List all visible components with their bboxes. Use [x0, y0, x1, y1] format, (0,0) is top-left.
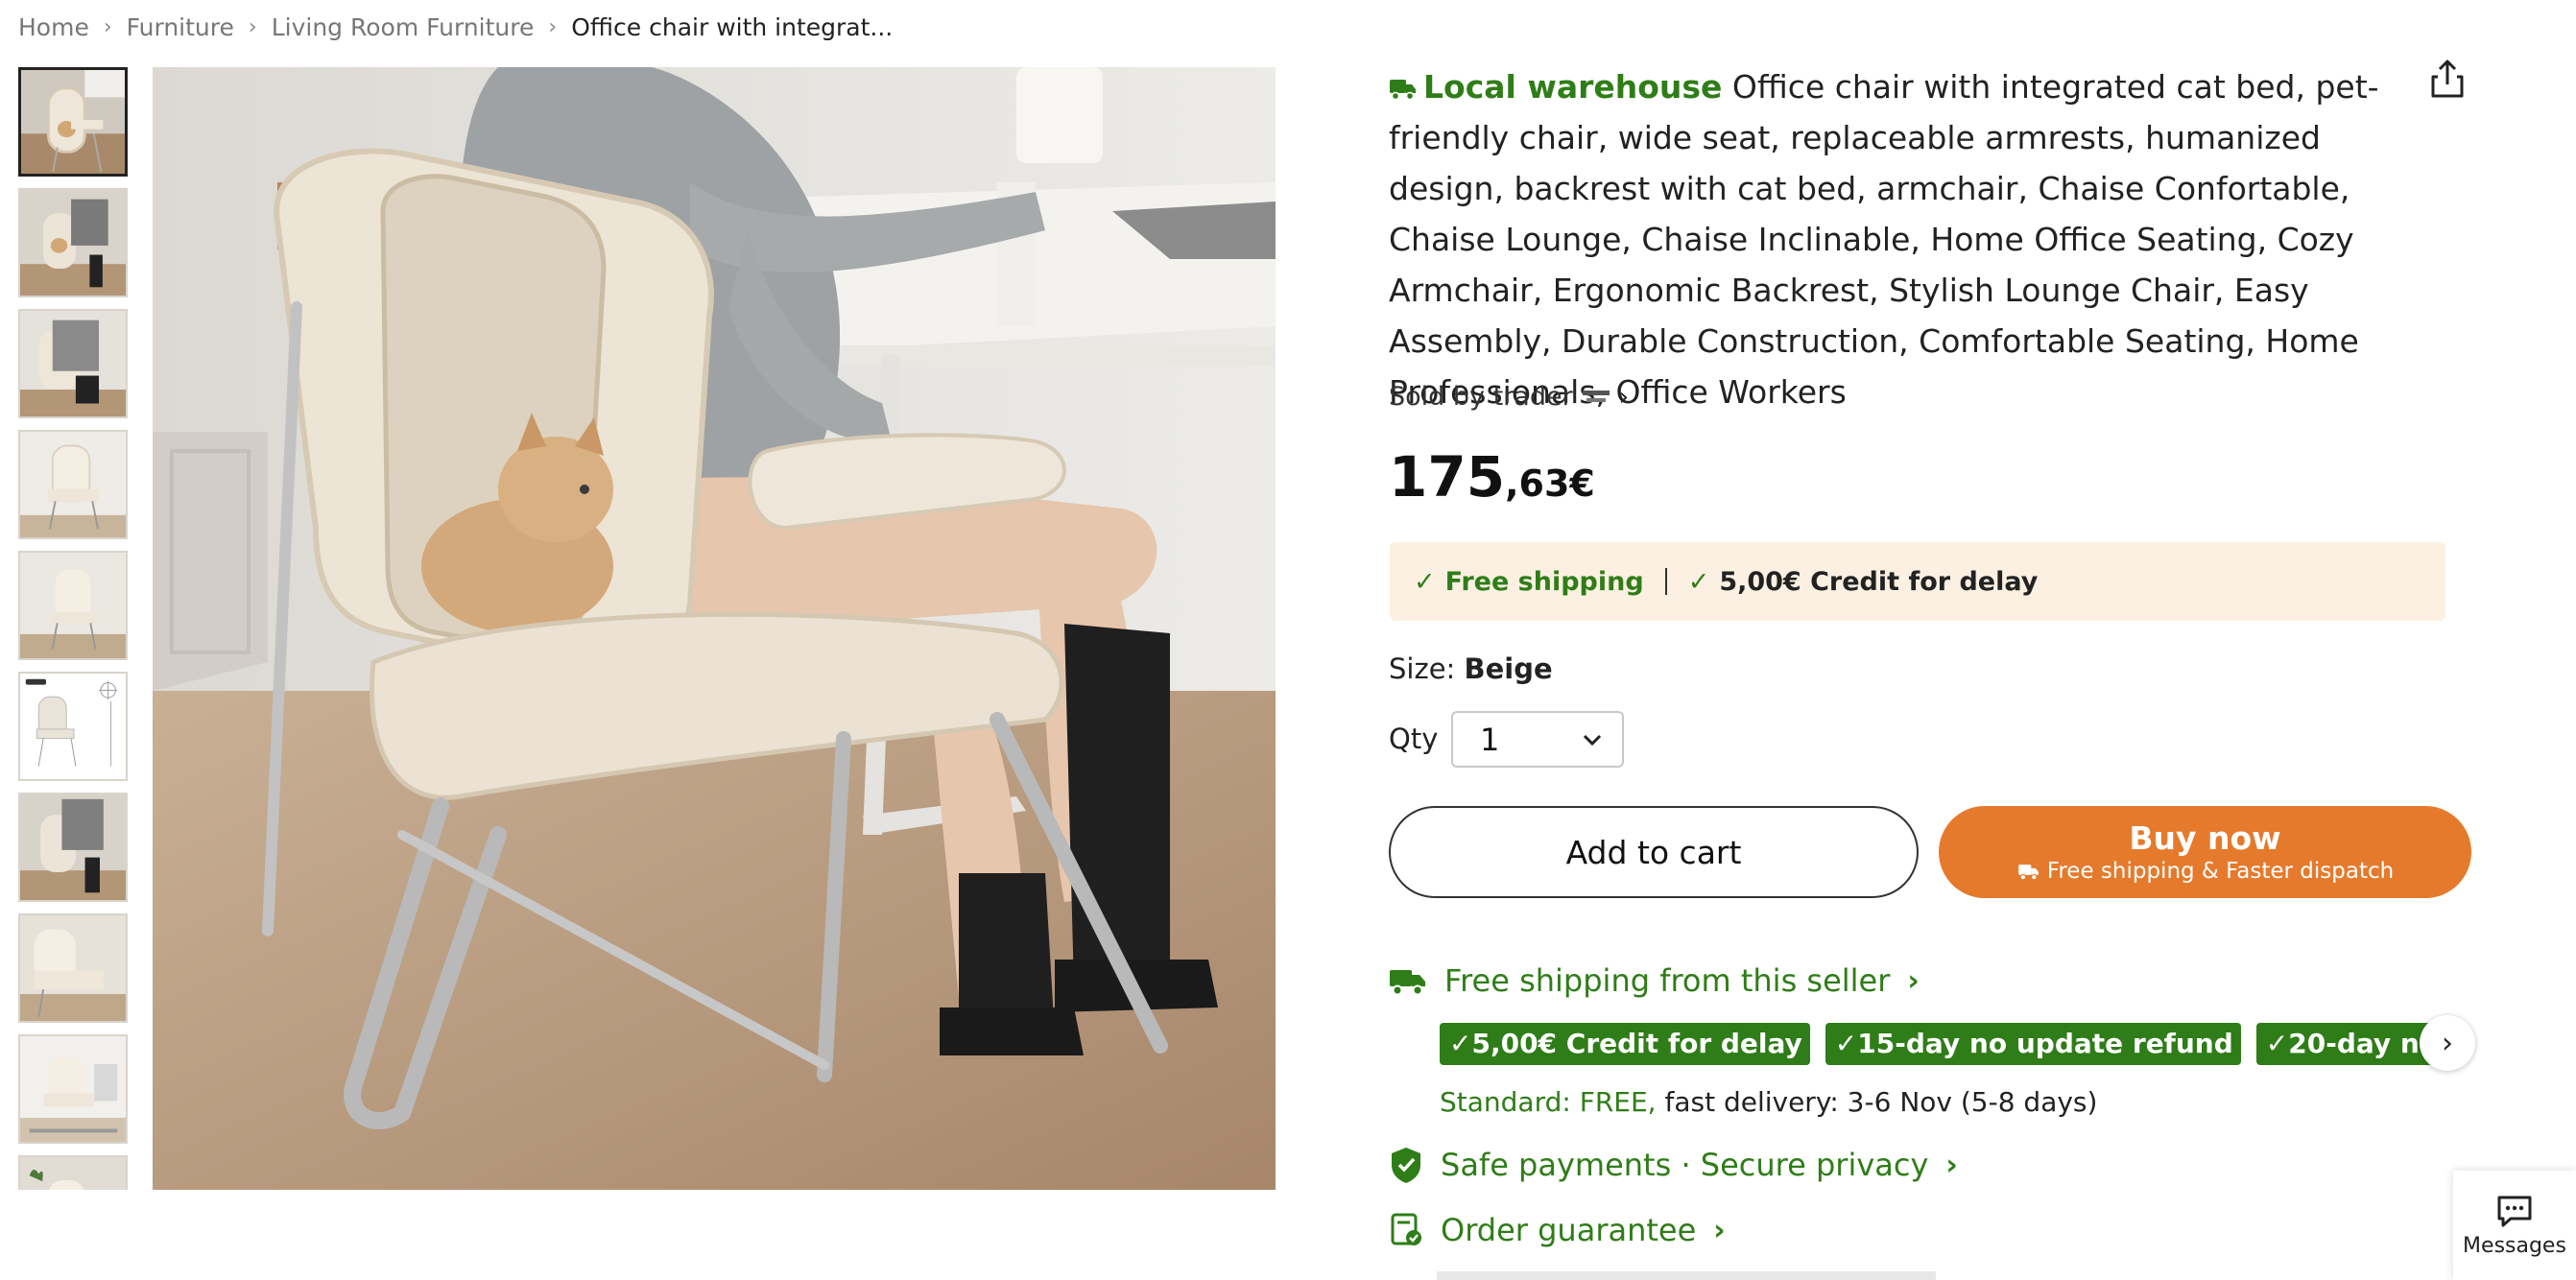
share-button[interactable]	[2428, 58, 2467, 100]
product-photo	[153, 67, 1276, 1190]
shipping-summary-box: ✓ Free shipping ✓ 5,00€ Credit for delay	[1390, 542, 2445, 621]
breadcrumb-separator: ›	[548, 14, 558, 39]
check-icon: ✓	[1414, 566, 1436, 597]
shipping-tags: ✓5,00€ Credit for delay ✓15-day no updat…	[1440, 1023, 2457, 1065]
divider	[1664, 568, 1667, 595]
free-shipping-seller-label: Free shipping from this seller	[1444, 962, 1891, 999]
buy-now-button[interactable]: Buy now Free shipping & Faster dispatch	[1939, 806, 2471, 898]
qty-label: Qty	[1389, 723, 1439, 755]
chevron-down-icon	[1583, 734, 1602, 746]
breadcrumb: Home › Furniture › Living Room Furniture…	[18, 12, 893, 42]
chevron-right-icon: ›	[1907, 963, 1920, 998]
buy-now-label: Buy now	[2129, 819, 2281, 857]
standard-shipping: Standard: FREE,	[1440, 1086, 1657, 1118]
breadcrumb-current: Office chair with integrat...	[571, 12, 894, 41]
buy-now-sub-text: Free shipping & Faster dispatch	[2046, 859, 2395, 884]
thumbnail-7[interactable]	[18, 793, 128, 902]
order-guarantee-label: Order guarantee	[1441, 1212, 1697, 1248]
tags-next-button[interactable]: ›	[2420, 1015, 2475, 1071]
thumbnail-2[interactable]	[18, 188, 128, 297]
free-shipping-text: Free shipping	[1444, 566, 1644, 597]
seller-link[interactable]: Sold by trader ›	[1389, 382, 1629, 412]
order-guarantee-icon	[1391, 1213, 1421, 1245]
credit-for-delay-badge: ✓ 5,00€ Credit for delay	[1688, 567, 2039, 597]
product-title: Office chair with integrated cat bed, pe…	[1389, 68, 2379, 411]
chevron-right-icon: ›	[1713, 1213, 1726, 1247]
price: 175,63€	[1389, 444, 1595, 510]
check-icon: ✓	[1687, 566, 1710, 597]
messages-label: Messages	[2463, 1233, 2566, 1258]
buy-now-subtitle: Free shipping & Faster dispatch	[2016, 858, 2394, 885]
chevron-right-icon: ›	[2442, 1026, 2453, 1060]
size-value: Beige	[1464, 652, 1553, 685]
fast-delivery: fast delivery: 3-6 Nov (5-8 days)	[1664, 1086, 2098, 1118]
breadcrumb-furniture[interactable]: Furniture	[127, 13, 234, 41]
shield-check-icon	[1392, 1148, 1420, 1183]
delivery-info: Standard: FREE, fast delivery: 3-6 Nov (…	[1440, 1086, 2097, 1118]
product-title-block: Local warehouse Office chair with integr…	[1389, 61, 2406, 417]
chevron-right-icon: ›	[1618, 382, 1630, 412]
price-cents: ,63€	[1505, 462, 1595, 505]
thumbnail-list	[18, 67, 128, 1190]
truck-icon	[1390, 970, 1425, 996]
thumbnail-4[interactable]	[18, 430, 128, 539]
truck-icon	[1390, 80, 1416, 101]
chat-icon	[2497, 1196, 2532, 1226]
thumbnail-8[interactable]	[18, 913, 128, 1023]
breadcrumb-separator: ›	[248, 14, 257, 39]
quantity-select[interactable]: 1	[1451, 711, 1624, 768]
main-product-image[interactable]	[153, 67, 1276, 1190]
size-selection: Size: Beige	[1389, 652, 1553, 685]
safe-payments-link[interactable]: Safe payments · Secure privacy ›	[1389, 1146, 1958, 1184]
thumbnail-10[interactable]	[18, 1155, 128, 1190]
tag-credit-delay: ✓5,00€ Credit for delay	[1440, 1023, 1810, 1065]
safe-payments-label: Safe payments · Secure privacy	[1441, 1147, 1929, 1183]
breadcrumb-separator: ›	[103, 14, 112, 39]
size-label: Size:	[1389, 652, 1456, 685]
chevron-right-icon: ›	[1945, 1148, 1958, 1182]
price-main: 175	[1389, 444, 1506, 510]
thumbnail-9[interactable]	[18, 1034, 128, 1144]
truck-icon	[2018, 865, 2039, 881]
messages-button[interactable]: Messages	[2453, 1171, 2576, 1280]
thumbnail-5[interactable]	[18, 551, 128, 660]
product-info: Local warehouse Office chair with integr…	[1389, 61, 2473, 417]
free-shipping-badge: ✓ Free shipping	[1414, 567, 1644, 597]
clipped-content	[1437, 1267, 2301, 1280]
free-shipping-seller-link[interactable]: Free shipping from this seller ›	[1389, 962, 1920, 999]
add-to-cart-button[interactable]: Add to cart	[1389, 806, 1919, 898]
seller-label: Sold by trader	[1389, 382, 1573, 412]
seller-logo	[1581, 389, 1611, 406]
quantity-value: 1	[1480, 721, 1500, 758]
credit-text: 5,00€ Credit for delay	[1719, 566, 2039, 597]
thumbnail-3[interactable]	[18, 309, 128, 418]
local-warehouse-badge: Local warehouse	[1423, 68, 1723, 106]
breadcrumb-living-room-furniture[interactable]: Living Room Furniture	[272, 13, 535, 41]
order-guarantee-link[interactable]: Order guarantee ›	[1389, 1211, 1726, 1249]
share-icon	[2431, 59, 2464, 98]
breadcrumb-home[interactable]: Home	[18, 13, 89, 41]
thumbnail-1[interactable]	[18, 67, 128, 177]
tag-no-update-refund: ✓15-day no update refund	[1825, 1023, 2241, 1065]
thumbnail-6[interactable]	[18, 672, 128, 781]
